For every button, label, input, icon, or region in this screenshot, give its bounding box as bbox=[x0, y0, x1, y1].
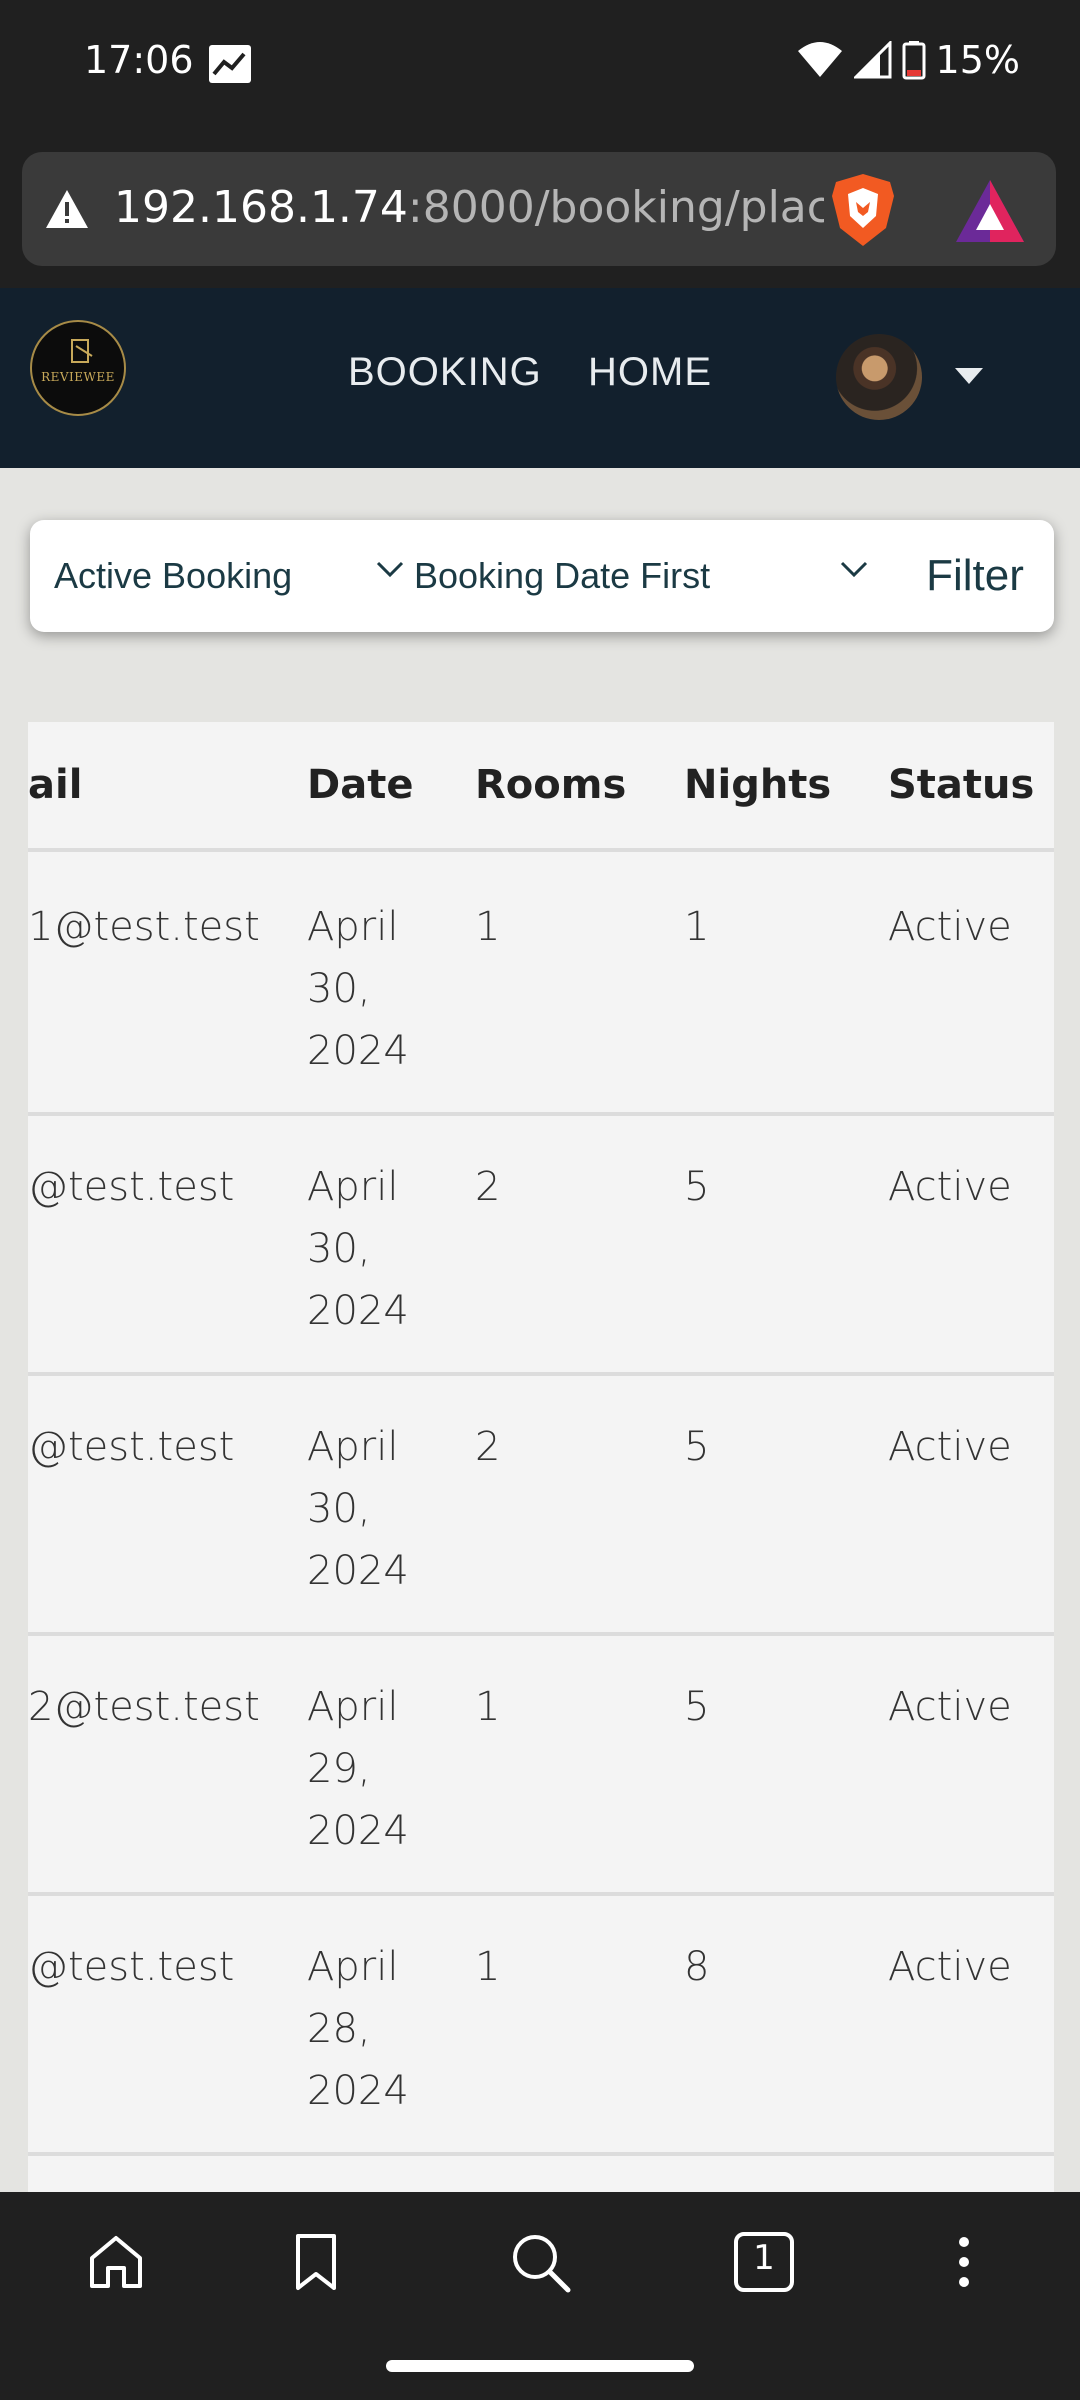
sort-select[interactable]: Booking Date First bbox=[414, 520, 894, 632]
site-navbar: REVIEWEE BOOKING HOME bbox=[0, 288, 1080, 468]
tab-count: 1 bbox=[753, 2238, 775, 2278]
cell-email: 2@test.test bbox=[28, 1684, 260, 1730]
bookmark-icon[interactable] bbox=[284, 2230, 348, 2294]
header-date: Date bbox=[307, 762, 414, 808]
caret-down-icon[interactable] bbox=[955, 368, 983, 384]
wifi-icon bbox=[797, 42, 842, 77]
url-path: :8000/booking/place bbox=[407, 182, 824, 233]
cell-rooms: 2 bbox=[475, 1164, 501, 1210]
chevron-down-icon bbox=[840, 561, 868, 578]
status-select[interactable]: Active Booking bbox=[54, 520, 404, 632]
cell-date: April 30, 2024 bbox=[307, 1424, 409, 1594]
cell-status: Active bbox=[888, 1944, 1012, 1990]
table-row: @test.test April 30, 2024 2 5 Active bbox=[28, 1376, 1054, 1636]
logo-emblem-icon bbox=[71, 339, 93, 363]
cell-rooms: 1 bbox=[475, 1684, 501, 1730]
site-logo[interactable]: REVIEWEE bbox=[30, 320, 126, 416]
signal-icon bbox=[853, 41, 892, 79]
battery-icon bbox=[902, 41, 926, 80]
warning-icon[interactable] bbox=[44, 188, 90, 230]
cell-date: April 28, 2024 bbox=[307, 1944, 409, 2114]
cell-rooms: 2 bbox=[475, 1424, 501, 1470]
header-rooms: Rooms bbox=[475, 762, 627, 808]
browser-toolbar: 192.168.1.74:8000/booking/place bbox=[0, 130, 1080, 288]
table-header: ail Date Rooms Nights Status bbox=[28, 722, 1054, 852]
more-icon[interactable] bbox=[932, 2230, 996, 2294]
gesture-handle[interactable] bbox=[386, 2360, 694, 2372]
cell-email: @test.test bbox=[28, 1424, 235, 1470]
header-nights: Nights bbox=[684, 762, 832, 808]
cell-status: Active bbox=[888, 1424, 1012, 1470]
status-bar: 17:06 15% bbox=[0, 0, 1080, 130]
header-email: ail bbox=[28, 762, 83, 808]
home-icon[interactable] bbox=[84, 2230, 148, 2294]
cell-status: Active bbox=[888, 1684, 1012, 1730]
cell-rooms: 1 bbox=[475, 1944, 501, 1990]
avatar[interactable] bbox=[836, 334, 922, 420]
address-bar[interactable]: 192.168.1.74:8000/booking/place bbox=[22, 152, 1056, 266]
tabs-icon[interactable]: 1 bbox=[732, 2230, 796, 2294]
cell-status: Active bbox=[888, 904, 1012, 950]
chevron-down-icon bbox=[376, 561, 404, 578]
status-right: 15% bbox=[796, 38, 1020, 82]
nav-home-link[interactable]: HOME bbox=[588, 350, 712, 395]
sort-select-value: Booking Date First bbox=[414, 555, 711, 596]
cell-date: April 30, 2024 bbox=[307, 1164, 409, 1334]
url-text[interactable]: 192.168.1.74:8000/booking/place bbox=[114, 182, 824, 242]
brave-shield-icon[interactable] bbox=[828, 172, 898, 248]
battery-percent: 15% bbox=[935, 38, 1020, 82]
filter-form: Active Booking Booking Date First Filter bbox=[30, 520, 1054, 632]
search-icon[interactable] bbox=[508, 2230, 572, 2294]
logo-text: REVIEWEE bbox=[41, 370, 115, 384]
cell-email: @test.test bbox=[28, 1944, 235, 1990]
table-row: 1@test.test April 30, 2024 1 1 Active bbox=[28, 856, 1054, 1116]
cell-nights: 8 bbox=[684, 1944, 710, 1990]
gesture-area bbox=[0, 2332, 1080, 2400]
header-status: Status bbox=[888, 762, 1035, 808]
cell-nights: 5 bbox=[684, 1424, 710, 1470]
cell-date: April 29, 2024 bbox=[307, 1684, 409, 1854]
cell-email: @test.test bbox=[28, 1164, 235, 1210]
gallery-icon bbox=[209, 45, 251, 83]
cell-rooms: 1 bbox=[475, 904, 501, 950]
cell-email: 1@test.test bbox=[28, 904, 260, 950]
brave-rewards-icon[interactable] bbox=[954, 178, 1026, 244]
cell-nights: 5 bbox=[684, 1684, 710, 1730]
table-row: @test.test April 30, 2024 2 5 Active bbox=[28, 1116, 1054, 1376]
cell-date: April 30, 2024 bbox=[307, 904, 409, 1074]
status-time: 17:06 bbox=[84, 38, 194, 82]
browser-bottom-bar: 1 bbox=[0, 2192, 1080, 2332]
nav-booking-link[interactable]: BOOKING bbox=[348, 350, 542, 395]
cell-nights: 1 bbox=[684, 904, 710, 950]
cell-status: Active bbox=[888, 1164, 1012, 1210]
filter-button[interactable]: Filter bbox=[896, 520, 1054, 632]
url-host: 192.168.1.74 bbox=[114, 182, 408, 233]
cell-nights: 5 bbox=[684, 1164, 710, 1210]
table-row: @test.test April 28, 2024 1 8 Active bbox=[28, 1896, 1054, 2156]
status-select-value: Active Booking bbox=[54, 555, 293, 596]
table-row: 2@test.test April 29, 2024 1 5 Active bbox=[28, 1636, 1054, 1896]
bookings-table[interactable]: ail Date Rooms Nights Status 1@test.test… bbox=[28, 722, 1054, 2192]
